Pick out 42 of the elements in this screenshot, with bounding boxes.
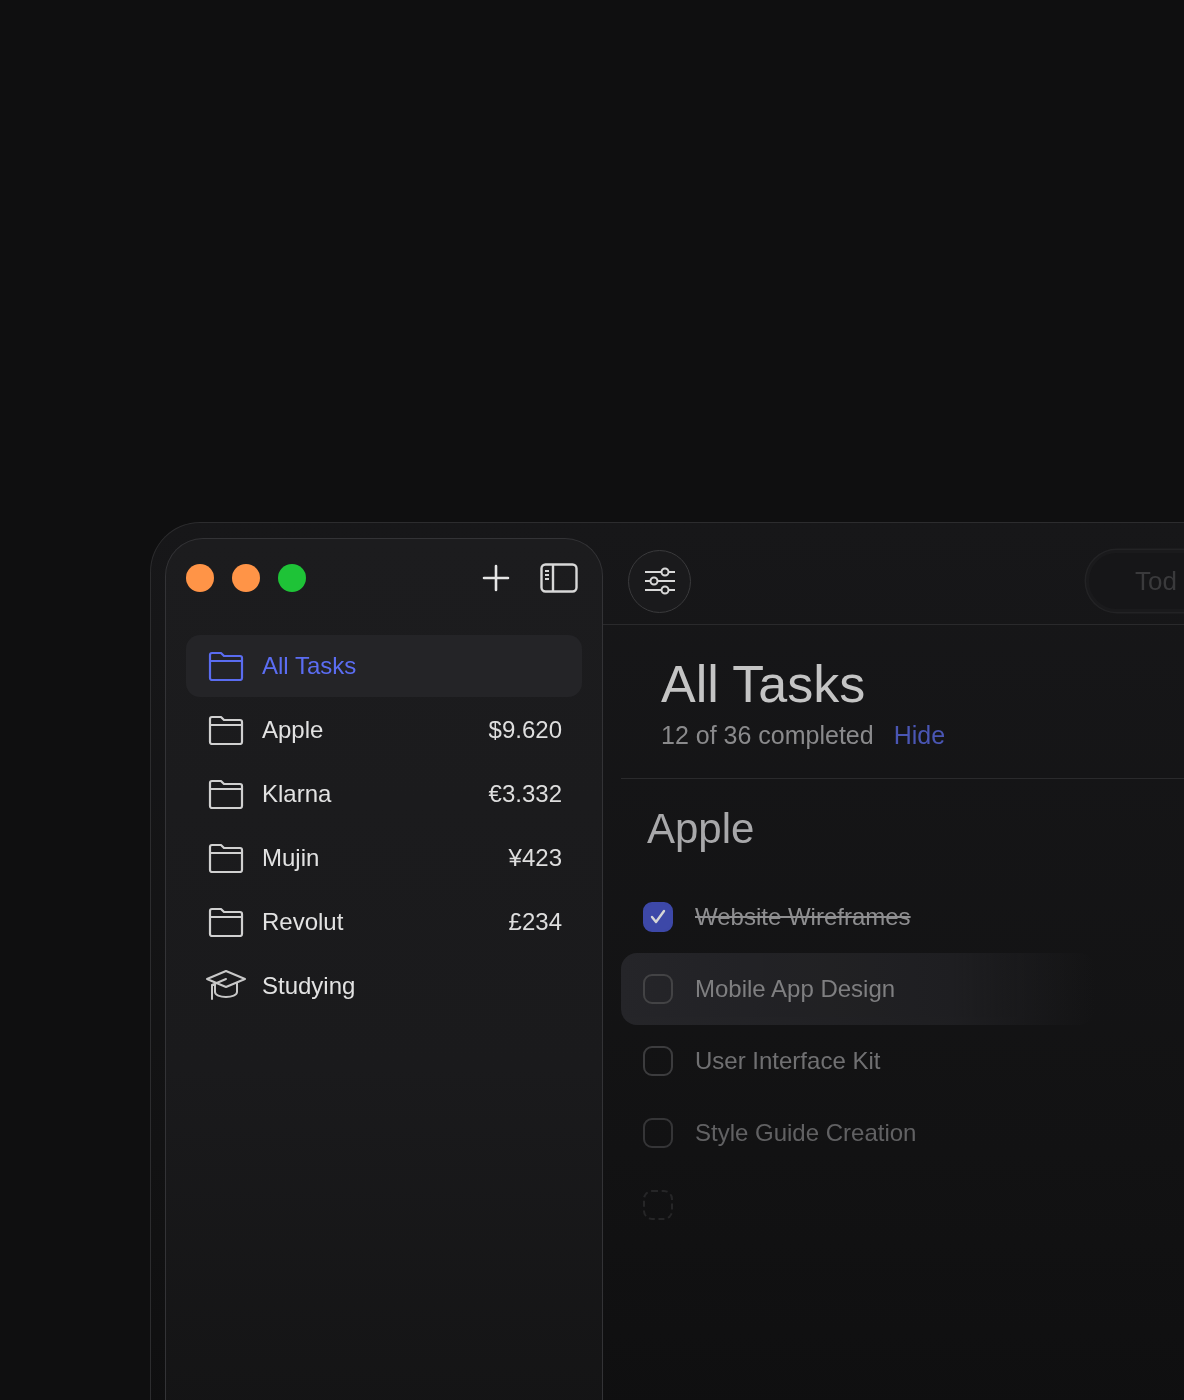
sidebar-toggle-icon[interactable] [540, 563, 578, 593]
task-label: User Interface Kit [695, 1046, 881, 1075]
sidebar-item[interactable]: Studying [186, 955, 582, 1017]
amount-label: €3.332 [488, 780, 562, 808]
checkbox[interactable] [643, 901, 673, 932]
task-row[interactable]: Style Guide Creation [621, 1096, 1095, 1169]
task-row[interactable]: Website Wireframes [621, 880, 1095, 953]
amount-label: $9.620 [488, 716, 562, 744]
folder-icon [208, 843, 244, 873]
progress-text: 12 of 36 completed [661, 720, 874, 750]
task-label: Website Wireframes [695, 902, 911, 931]
sidebar-item[interactable]: Klarna €3.332 [186, 763, 582, 825]
sidebar-item[interactable]: All Tasks [186, 635, 582, 697]
amount-label: £234 [508, 908, 562, 936]
checkbox[interactable] [643, 1045, 673, 1076]
sidebar-item-label: Apple [262, 716, 325, 744]
folder-icon [208, 779, 244, 809]
sidebar-item-label: Klarna [262, 780, 333, 808]
sidebar-item-label: All Tasks [262, 652, 358, 680]
folder-icon [208, 715, 244, 745]
hide-link[interactable]: Hide [893, 720, 946, 750]
sidebar-item[interactable]: Mujin ¥423 [186, 827, 582, 889]
section-title: Apple [647, 804, 756, 853]
sidebar-item-label: Revolut [262, 908, 345, 936]
task-label: Style Guide Creation [695, 1118, 917, 1147]
folder-icon [208, 907, 244, 937]
checkbox[interactable] [643, 973, 673, 1004]
task-row[interactable]: User Interface Kit [621, 1024, 1095, 1097]
zoom-button[interactable] [278, 564, 306, 592]
sidebar-item[interactable]: Apple $9.620 [186, 699, 582, 761]
plus-icon[interactable] [482, 564, 510, 592]
task-label: Mobile App Design [695, 974, 896, 1003]
page-title: All Tasks [661, 655, 867, 715]
sliders-icon [642, 567, 677, 595]
sidebar-item-label: Mujin [262, 844, 321, 872]
sidebar-item[interactable]: Revolut £234 [186, 891, 582, 953]
amount-label: ¥423 [508, 844, 562, 872]
minimize-button[interactable] [232, 564, 260, 592]
checkbox[interactable] [643, 1117, 673, 1148]
folder-icon [208, 651, 244, 681]
sidebar-item-label: Studying [262, 972, 357, 1000]
close-button[interactable] [186, 564, 214, 592]
